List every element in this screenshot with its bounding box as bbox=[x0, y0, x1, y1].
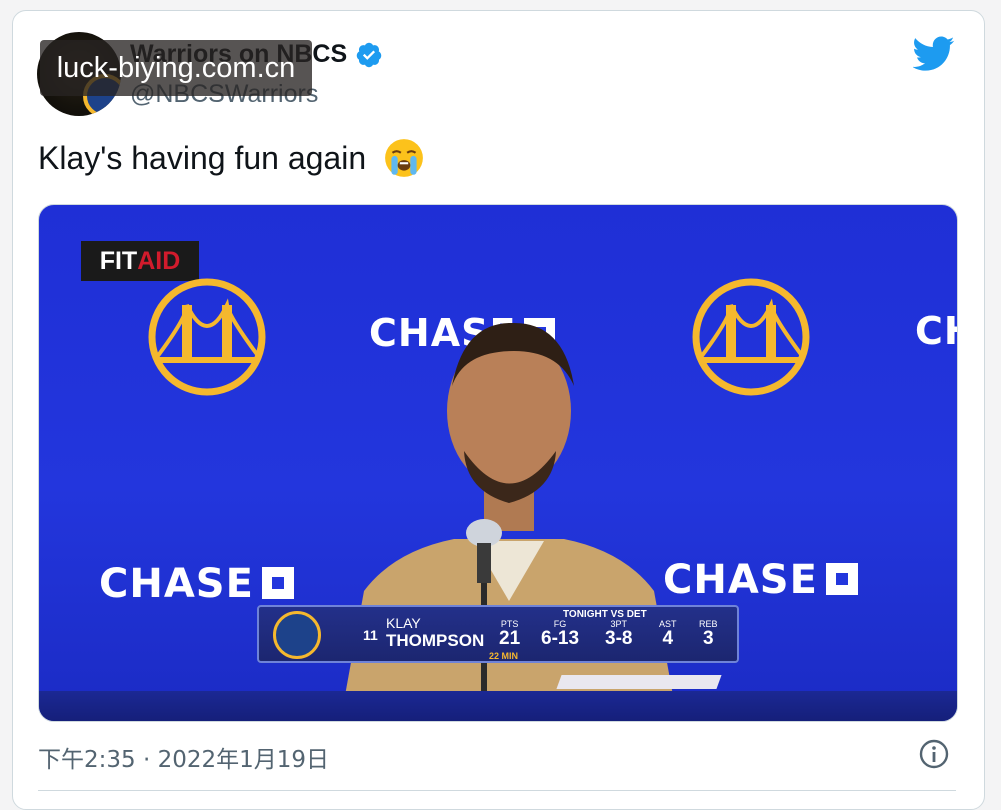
player-first-name: KLAY bbox=[386, 615, 421, 631]
stat-value: 4 bbox=[662, 628, 674, 649]
loudly-crying-face-icon bbox=[385, 138, 423, 177]
stat-value: 6-13 bbox=[541, 628, 580, 649]
chase-logo-top-right: CH bbox=[915, 309, 957, 353]
stat-pts: PTS 21 bbox=[499, 619, 520, 649]
chase-text-top-right: CH bbox=[915, 309, 957, 353]
minutes-played: 22 MIN bbox=[489, 651, 519, 661]
chase-text-bottom-left: CHASE bbox=[99, 561, 254, 607]
tweet-timestamp[interactable]: 下午2:35 · 2022年1月19日 bbox=[38, 740, 329, 774]
tweet-text-content: Klay's having fun again bbox=[38, 140, 367, 176]
warriors-logo-left-icon bbox=[148, 278, 266, 396]
player-lower-third: 11 KLAY THOMPSON TONIGHT VS DET PTS 21 F… bbox=[257, 605, 739, 663]
chase-logo-bottom-left: CHASE bbox=[99, 561, 294, 607]
warriors-logo-right-icon bbox=[692, 278, 810, 396]
stat-fg: FG 6-13 bbox=[541, 619, 579, 649]
tweet-text: Klay's having fun again bbox=[38, 138, 425, 179]
stat-reb: REB 3 bbox=[699, 619, 718, 649]
video-media[interactable]: FITAID CHASE CH CHASE CHASE bbox=[38, 204, 958, 722]
verified-badge-icon bbox=[356, 42, 382, 67]
chase-octagon-icon bbox=[261, 567, 294, 599]
footer-divider bbox=[38, 790, 956, 791]
lower-third-team-logo-icon bbox=[273, 611, 321, 659]
player-number: 11 bbox=[363, 627, 378, 643]
stat-ast: AST 4 bbox=[659, 619, 677, 649]
press-desk bbox=[39, 691, 957, 721]
info-icon[interactable] bbox=[918, 738, 950, 770]
stat-value: 21 bbox=[499, 628, 521, 649]
player-last-name: THOMPSON bbox=[386, 631, 485, 650]
stat-value: 3 bbox=[702, 628, 714, 649]
fitaid-bug-fit: FIT bbox=[99, 246, 138, 275]
stat-value: 3-8 bbox=[605, 628, 633, 649]
watermark-overlay: luck-biying.com.cn bbox=[40, 40, 312, 96]
chase-octagon-icon bbox=[825, 563, 858, 595]
stat-3pt: 3PT 3-8 bbox=[605, 619, 632, 649]
desk-paper bbox=[556, 675, 722, 689]
twitter-bird-icon[interactable] bbox=[913, 36, 955, 72]
